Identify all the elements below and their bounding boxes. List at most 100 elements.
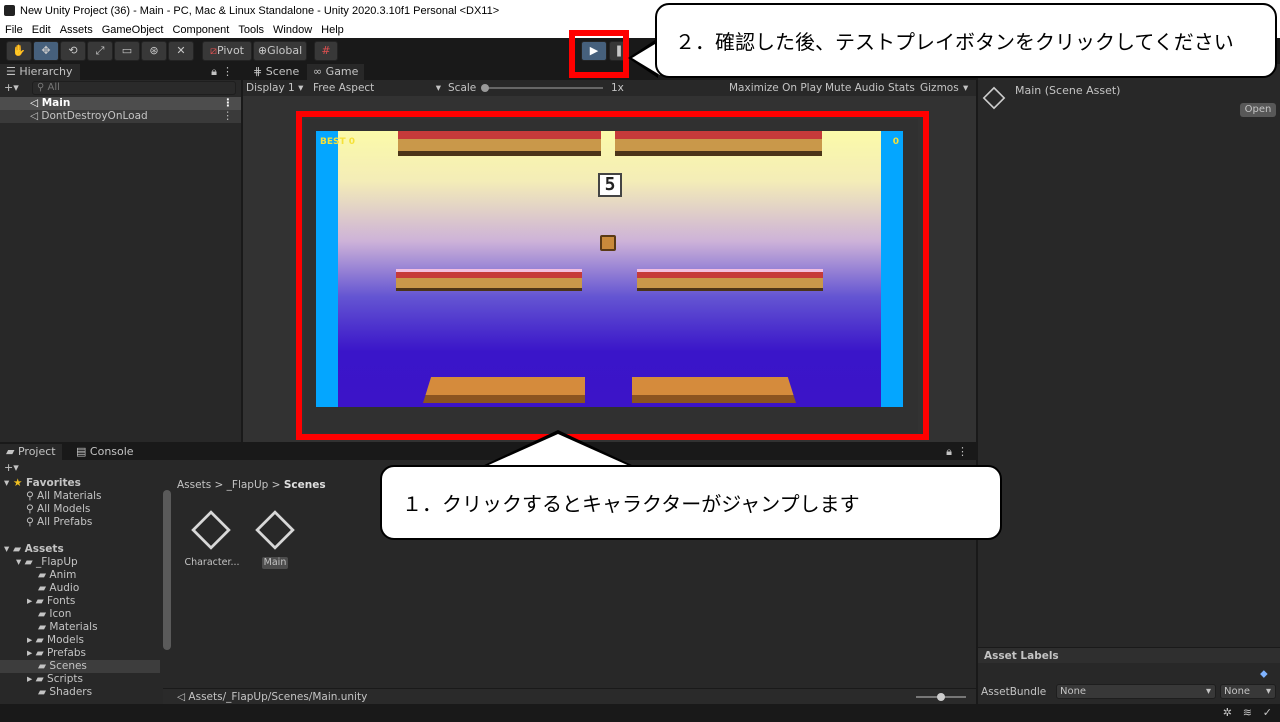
inspector-title: Main (Scene Asset) [1015,84,1121,97]
hierarchy-item-dontdestroy[interactable]: ◁ DontDestroyOnLoad ⋮ [0,110,241,123]
unity-app-icon [4,5,15,16]
lock-icon[interactable]: 🔒︎ [211,65,217,79]
menu-window[interactable]: Window [273,22,312,38]
favorite-all-materials[interactable]: ⚲ All Materials [26,490,102,503]
pivot-icon: ⧄ [209,44,217,57]
hierarchy-item-main[interactable]: ◁ Main ⋮ [0,97,241,110]
scale-label: Scale [448,82,477,94]
menu-file[interactable]: File [5,22,23,38]
pivot-toggle[interactable]: ⧄Pivot [202,41,252,61]
mute-audio-toggle[interactable]: Mute Audio [825,80,884,96]
label-tag-icon[interactable]: ⬥ [1260,667,1268,681]
breadcrumb-flapup[interactable]: _FlapUp [227,479,269,491]
search-icon: ⚲ [26,516,34,528]
favorite-all-prefabs[interactable]: ⚲ All Prefabs [26,516,92,529]
project-path-bar: ◁ Assets/_FlapUp/Scenes/Main.unity [163,688,976,704]
scale-value: 1x [611,82,624,94]
kebab-menu-icon[interactable]: ⋮ [223,97,234,110]
folder-shaders[interactable]: ▰ Shaders [38,686,92,699]
menu-assets[interactable]: Assets [60,22,93,38]
folder-scripts[interactable]: ▸ ▰ Scripts [27,673,83,686]
assets-folder[interactable]: ▾ ▰ Assets [4,543,64,556]
tab-project[interactable]: ▰ Project [0,444,62,460]
grid-snap-icon[interactable]: # [314,41,338,61]
assetbundle-dropdown[interactable]: None ▾ [1056,684,1216,699]
hierarchy-search-input[interactable]: ⚲ All [32,81,236,95]
folder-icon: ▰ [38,608,47,620]
rect-tool-icon[interactable]: ▭ [114,41,140,61]
folder-icon: ▰ [35,673,44,685]
menu-gameobject[interactable]: GameObject [102,22,164,38]
scale-slider[interactable] [483,87,603,89]
folder-prefabs[interactable]: ▸ ▰ Prefabs [27,647,86,660]
scale-tool-icon[interactable]: ⤢ [87,41,113,61]
transform-tool-icon[interactable]: ⊛ [141,41,167,61]
check-icon[interactable]: ✓ [1263,706,1272,719]
display-dropdown[interactable]: Display 1 ▾ [246,80,303,96]
folder-anim[interactable]: ▰ Anim [38,569,76,582]
scene-icon: ◁ [30,110,39,122]
callout-pointer-fill [482,434,634,468]
create-button[interactable]: +▾ [4,461,19,474]
rotate-tool-icon[interactable]: ⟲ [60,41,86,61]
search-icon: ⚲ [26,503,34,515]
tab-console[interactable]: ▤ Console [70,444,140,460]
star-icon: ★ [12,477,23,489]
menu-tools[interactable]: Tools [238,22,264,38]
folder-models[interactable]: ▸ ▰ Models [27,634,84,647]
maximize-on-play-toggle[interactable]: Maximize On Play [729,80,822,96]
folder-icon: ▰ [38,621,47,633]
folder-scenes[interactable]: ▰ Scenes [0,660,160,673]
game-view-highlight [296,111,929,440]
folder-fonts[interactable]: ▸ ▰ Fonts [27,595,75,608]
move-tool-icon[interactable]: ✥ [33,41,59,61]
bug-icon[interactable]: ✲ [1223,706,1232,719]
folder-icon: ▰ [38,569,47,581]
global-toggle[interactable]: ⊕Global [253,41,307,61]
tab-hierarchy[interactable]: ☰ Hierarchy [0,64,80,80]
folder-icon: ▰ [38,660,47,672]
unity-scene-icon [255,510,295,550]
menu-component[interactable]: Component [172,22,229,38]
flapup-folder[interactable]: ▾ ▰ _FlapUp [16,556,78,569]
search-icon: ⚲ [26,490,34,502]
hand-tool-icon[interactable]: ✋ [6,41,32,61]
scene-icon: ◁ [177,691,186,703]
file-character[interactable]: Character... [180,557,244,568]
status-bar: ✲ ≋ ✓ [0,704,1280,722]
tab-game[interactable]: ∞ Game [307,64,365,80]
breadcrumb-assets[interactable]: Assets [177,479,211,491]
kebab-menu-icon[interactable]: ⋮ [222,65,233,78]
folder-audio[interactable]: ▰ Audio [38,582,79,595]
favorites-header[interactable]: ▾ ★ Favorites [4,477,81,490]
folder-icon-dir[interactable]: ▰ Icon [38,608,71,621]
tab-scene[interactable]: ⋕ Scene [247,64,305,80]
kebab-menu-icon[interactable]: ⋮ [223,110,234,123]
tree-scrollbar[interactable] [163,490,171,650]
stats-toggle[interactable]: Stats [888,80,915,96]
aspect-dropdown[interactable]: Free Aspect ▾ [313,80,441,96]
gizmos-toggle[interactable]: Gizmos [920,80,959,96]
menu-edit[interactable]: Edit [32,22,51,38]
kebab-menu-icon[interactable]: ⋮ [957,445,968,458]
file-main[interactable]: Main [262,557,288,569]
search-icon: ⚲ [37,82,45,93]
variant-dropdown[interactable]: None ▾ [1220,684,1276,699]
unity-scene-icon [982,86,1006,110]
add-button[interactable]: +▾ [4,81,19,94]
assetbundle-label: AssetBundle [981,686,1047,698]
breadcrumb-scenes[interactable]: Scenes [284,479,326,491]
icon-size-slider-handle[interactable] [937,693,945,701]
menu-help[interactable]: Help [321,22,344,38]
custom-tool-icon[interactable]: ✕ [168,41,194,61]
scale-slider-handle[interactable] [481,84,489,92]
favorite-all-models[interactable]: ⚲ All Models [26,503,90,516]
lock-icon[interactable]: 🔒︎ [946,445,952,459]
folder-materials[interactable]: ▰ Materials [38,621,98,634]
console-icon: ▤ [76,445,87,458]
gizmos-dropdown-icon[interactable]: ▾ [963,80,968,96]
globe-icon: ⊕ [257,44,268,57]
layers-icon[interactable]: ≋ [1243,706,1252,719]
open-button[interactable]: Open [1240,103,1276,117]
hierarchy-panel: ☰ Hierarchy 🔒︎ ⋮ +▾ ⚲ All ◁ Main ⋮ ◁ Dont… [0,64,241,442]
